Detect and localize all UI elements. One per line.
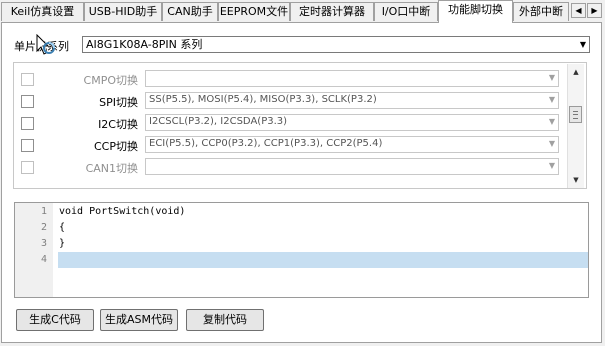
tab-io-interrupt[interactable]: I/O口中断 — [374, 2, 438, 21]
can1-select[interactable]: ▼ — [145, 158, 559, 175]
line-number: 4 — [40, 254, 47, 265]
ccp-select-value: ECI(P5.5), CCP0(P3.2), CCP1(P3.3), CCP2(… — [149, 138, 383, 149]
scrollbar-thumb[interactable] — [569, 106, 582, 123]
tab-scroll-right-icon[interactable]: ▶ — [587, 3, 602, 18]
current-code-line: 4 — [15, 252, 588, 268]
code-text: void PortSwitch(void) — [59, 206, 186, 217]
ccp-select[interactable]: ECI(P5.5), CCP0(P3.2), CCP1(P3.3), CCP2(… — [145, 136, 559, 153]
code-line: 3 } — [15, 236, 588, 252]
chevron-down-icon: ▼ — [548, 117, 555, 126]
tab-scroll-left-icon[interactable]: ◀ — [571, 3, 586, 18]
series-select[interactable]: AI8G1K08A-8PIN 系列 ▼ — [82, 36, 590, 53]
cmpo-checkbox[interactable] — [21, 73, 34, 86]
busy-cursor-icon — [36, 34, 55, 55]
tab-strip: Keil仿真设置 USB-HID助手 CAN助手 EEPROM文件 定时器计算器… — [0, 0, 605, 23]
line-number: 1 — [40, 206, 47, 217]
generate-asm-button[interactable]: 生成ASM代码 — [100, 309, 178, 331]
chevron-down-icon: ▼ — [548, 161, 555, 170]
spi-select[interactable]: SS(P5.5), MOSI(P5.4), MISO(P3.3), SCLK(P… — [145, 92, 559, 109]
current-line-highlight — [58, 252, 588, 268]
spi-checkbox[interactable] — [21, 95, 34, 108]
chevron-down-icon: ▼ — [548, 95, 555, 104]
ccp-checkbox[interactable] — [21, 139, 34, 152]
code-editor[interactable]: 1 void PortSwitch(void) 2 { 3 } 4 — [14, 202, 589, 298]
i2c-checkbox[interactable] — [21, 117, 34, 130]
i2c-select-value: I2CSCL(P3.2), I2CSDA(P3.3) — [149, 116, 288, 127]
copy-code-button[interactable]: 复制代码 — [186, 309, 264, 331]
group-scrollbar[interactable]: ▲ ▼ — [567, 64, 584, 188]
spi-label: SPI切换 — [99, 96, 138, 109]
code-text: { — [59, 222, 66, 233]
chevron-down-icon: ▼ — [548, 139, 555, 148]
i2c-label: I2C切换 — [98, 118, 138, 131]
code-line: 1 void PortSwitch(void) — [15, 204, 588, 220]
tab-ext-interrupt[interactable]: 外部中断 — [513, 2, 569, 21]
line-number: 2 — [40, 222, 47, 233]
cmpo-select[interactable]: ▼ — [145, 70, 559, 87]
code-line: 2 { — [15, 220, 588, 236]
spi-select-value: SS(P5.5), MOSI(P5.4), MISO(P3.3), SCLK(P… — [149, 94, 377, 105]
chevron-down-icon: ▼ — [548, 73, 555, 82]
line-number: 3 — [40, 238, 47, 249]
can1-checkbox[interactable] — [21, 161, 34, 174]
tab-keil-sim[interactable]: Keil仿真设置 — [1, 2, 84, 21]
scroll-down-icon[interactable]: ▼ — [568, 173, 584, 187]
i2c-select[interactable]: I2CSCL(P3.2), I2CSDA(P3.3) ▼ — [145, 114, 559, 131]
scroll-up-icon[interactable]: ▲ — [568, 65, 584, 79]
generate-c-button[interactable]: 生成C代码 — [16, 309, 94, 331]
tab-can[interactable]: CAN助手 — [162, 2, 218, 21]
chevron-down-icon: ▼ — [579, 40, 586, 49]
tab-pin-switch[interactable]: 功能脚切换 — [438, 0, 513, 23]
cmpo-label: CMPO切换 — [83, 74, 138, 87]
ccp-label: CCP切换 — [94, 140, 138, 153]
tab-eeprom[interactable]: EEPROM文件 — [218, 2, 290, 21]
can1-label: CAN1切换 — [85, 162, 138, 175]
series-select-value: AI8G1K08A-8PIN 系列 — [86, 38, 203, 51]
tab-timer-calc[interactable]: 定时器计算器 — [290, 2, 374, 21]
code-text: } — [59, 238, 66, 249]
tab-usb-hid[interactable]: USB-HID助手 — [84, 2, 162, 21]
